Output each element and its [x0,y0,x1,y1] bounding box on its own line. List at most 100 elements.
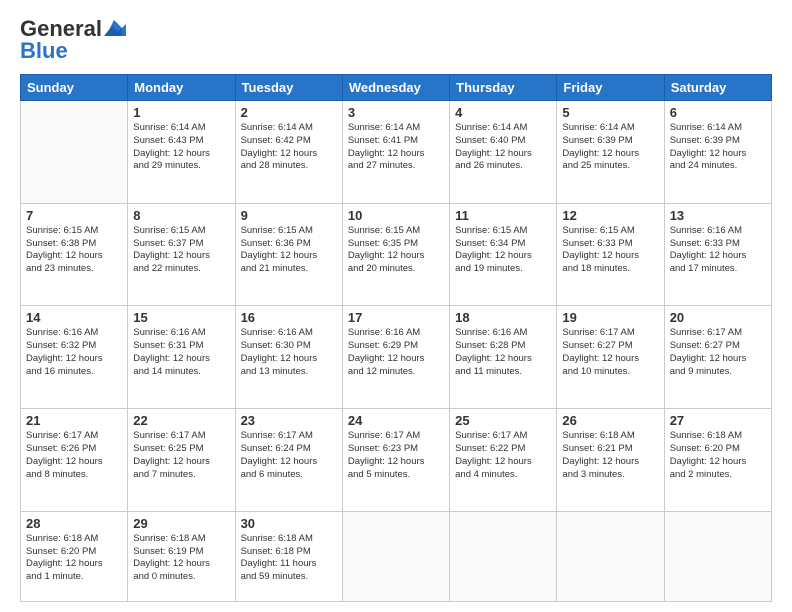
day-number: 9 [241,208,337,223]
week-row-3: 14 Sunrise: 6:16 AM Sunset: 6:32 PM Dayli… [21,306,772,409]
day-number: 15 [133,310,229,325]
col-header-friday: Friday [557,75,664,101]
calendar-cell: 22Sunrise: 6:17 AM Sunset: 6:25 PM Dayli… [128,409,235,512]
day-number: 2 [241,105,337,120]
day-number: 21 [26,413,122,428]
calendar-cell: 20 Sunrise: 6:17 AM Sunset: 6:27 PM Dayli… [664,306,771,409]
calendar-cell: 11 Sunrise: 6:15 AM Sunset: 6:34 PM Dayli… [450,203,557,306]
calendar-cell: 23 Sunrise: 6:17 AM Sunset: 6:24 PM Dayli… [235,409,342,512]
week-row-4: 21Sunrise: 6:17 AM Sunset: 6:26 PM Dayli… [21,409,772,512]
col-header-wednesday: Wednesday [342,75,449,101]
col-header-thursday: Thursday [450,75,557,101]
day-info: Sunrise: 6:18 AM Sunset: 6:19 PM Dayligh… [133,533,229,584]
day-number: 27 [670,413,766,428]
week-row-1: 1Sunrise: 6:14 AM Sunset: 6:43 PM Daylig… [21,101,772,204]
day-info: Sunrise: 6:18 AM Sunset: 6:20 PM Dayligh… [670,430,766,481]
calendar-header-row: SundayMondayTuesdayWednesdayThursdayFrid… [21,75,772,101]
day-info: Sunrise: 6:14 AM Sunset: 6:42 PM Dayligh… [241,122,337,173]
day-info: Sunrise: 6:17 AM Sunset: 6:23 PM Dayligh… [348,430,444,481]
calendar-cell: 14 Sunrise: 6:16 AM Sunset: 6:32 PM Dayli… [21,306,128,409]
day-info: Sunrise: 6:15 AM Sunset: 6:36 PM Dayligh… [241,225,337,276]
calendar-cell [664,511,771,601]
day-number: 29 [133,516,229,531]
day-number: 14 [26,310,122,325]
day-number: 3 [348,105,444,120]
day-number: 20 [670,310,766,325]
day-number: 12 [562,208,658,223]
day-info: Sunrise: 6:18 AM Sunset: 6:20 PM Dayligh… [26,533,122,584]
calendar-cell: 24 Sunrise: 6:17 AM Sunset: 6:23 PM Dayli… [342,409,449,512]
calendar-cell: 16Sunrise: 6:16 AM Sunset: 6:30 PM Dayli… [235,306,342,409]
calendar-cell: 21Sunrise: 6:17 AM Sunset: 6:26 PM Dayli… [21,409,128,512]
calendar-table: SundayMondayTuesdayWednesdayThursdayFrid… [20,74,772,602]
logo-icon [104,18,126,36]
col-header-sunday: Sunday [21,75,128,101]
day-info: Sunrise: 6:17 AM Sunset: 6:22 PM Dayligh… [455,430,551,481]
day-info: Sunrise: 6:14 AM Sunset: 6:39 PM Dayligh… [562,122,658,173]
day-number: 24 [348,413,444,428]
day-info: Sunrise: 6:17 AM Sunset: 6:27 PM Dayligh… [670,327,766,378]
day-info: Sunrise: 6:16 AM Sunset: 6:32 PM Dayligh… [26,327,122,378]
day-number: 8 [133,208,229,223]
calendar-cell: 8 Sunrise: 6:15 AM Sunset: 6:37 PM Daylig… [128,203,235,306]
col-header-tuesday: Tuesday [235,75,342,101]
week-row-2: 7 Sunrise: 6:15 AM Sunset: 6:38 PM Daylig… [21,203,772,306]
day-info: Sunrise: 6:17 AM Sunset: 6:24 PM Dayligh… [241,430,337,481]
day-number: 19 [562,310,658,325]
week-row-5: 28 Sunrise: 6:18 AM Sunset: 6:20 PM Dayli… [21,511,772,601]
calendar-cell: 28 Sunrise: 6:18 AM Sunset: 6:20 PM Dayli… [21,511,128,601]
calendar-cell: 19 Sunrise: 6:17 AM Sunset: 6:27 PM Dayli… [557,306,664,409]
logo: General Blue [20,16,126,64]
calendar-cell: 27 Sunrise: 6:18 AM Sunset: 6:20 PM Dayli… [664,409,771,512]
col-header-saturday: Saturday [664,75,771,101]
day-info: Sunrise: 6:15 AM Sunset: 6:34 PM Dayligh… [455,225,551,276]
day-info: Sunrise: 6:18 AM Sunset: 6:18 PM Dayligh… [241,533,337,584]
calendar-cell: 30 Sunrise: 6:18 AM Sunset: 6:18 PM Dayli… [235,511,342,601]
calendar-cell: 15 Sunrise: 6:16 AM Sunset: 6:31 PM Dayli… [128,306,235,409]
day-info: Sunrise: 6:14 AM Sunset: 6:43 PM Dayligh… [133,122,229,173]
day-number: 5 [562,105,658,120]
day-info: Sunrise: 6:15 AM Sunset: 6:38 PM Dayligh… [26,225,122,276]
calendar-cell: 13 Sunrise: 6:16 AM Sunset: 6:33 PM Dayli… [664,203,771,306]
page: General Blue SundayMondayTuesdayWednesda… [0,0,792,612]
day-number: 13 [670,208,766,223]
day-info: Sunrise: 6:16 AM Sunset: 6:31 PM Dayligh… [133,327,229,378]
calendar-cell [342,511,449,601]
day-info: Sunrise: 6:15 AM Sunset: 6:33 PM Dayligh… [562,225,658,276]
day-number: 11 [455,208,551,223]
day-number: 4 [455,105,551,120]
calendar-cell: 1Sunrise: 6:14 AM Sunset: 6:43 PM Daylig… [128,101,235,204]
day-number: 28 [26,516,122,531]
calendar-cell: 26Sunrise: 6:18 AM Sunset: 6:21 PM Dayli… [557,409,664,512]
calendar-cell: 6Sunrise: 6:14 AM Sunset: 6:39 PM Daylig… [664,101,771,204]
calendar-cell: 3Sunrise: 6:14 AM Sunset: 6:41 PM Daylig… [342,101,449,204]
calendar-cell: 10Sunrise: 6:15 AM Sunset: 6:35 PM Dayli… [342,203,449,306]
logo-blue: Blue [20,38,68,64]
day-number: 30 [241,516,337,531]
day-info: Sunrise: 6:17 AM Sunset: 6:27 PM Dayligh… [562,327,658,378]
day-info: Sunrise: 6:16 AM Sunset: 6:33 PM Dayligh… [670,225,766,276]
calendar-cell: 4 Sunrise: 6:14 AM Sunset: 6:40 PM Daylig… [450,101,557,204]
calendar-cell: 2 Sunrise: 6:14 AM Sunset: 6:42 PM Daylig… [235,101,342,204]
calendar-cell: 9 Sunrise: 6:15 AM Sunset: 6:36 PM Daylig… [235,203,342,306]
day-info: Sunrise: 6:18 AM Sunset: 6:21 PM Dayligh… [562,430,658,481]
day-number: 23 [241,413,337,428]
day-info: Sunrise: 6:15 AM Sunset: 6:37 PM Dayligh… [133,225,229,276]
calendar-cell: 17Sunrise: 6:16 AM Sunset: 6:29 PM Dayli… [342,306,449,409]
calendar-cell: 7 Sunrise: 6:15 AM Sunset: 6:38 PM Daylig… [21,203,128,306]
col-header-monday: Monday [128,75,235,101]
day-info: Sunrise: 6:14 AM Sunset: 6:40 PM Dayligh… [455,122,551,173]
calendar-cell: 12 Sunrise: 6:15 AM Sunset: 6:33 PM Dayli… [557,203,664,306]
day-info: Sunrise: 6:16 AM Sunset: 6:28 PM Dayligh… [455,327,551,378]
calendar-cell: 25Sunrise: 6:17 AM Sunset: 6:22 PM Dayli… [450,409,557,512]
day-info: Sunrise: 6:16 AM Sunset: 6:30 PM Dayligh… [241,327,337,378]
day-info: Sunrise: 6:17 AM Sunset: 6:25 PM Dayligh… [133,430,229,481]
day-info: Sunrise: 6:15 AM Sunset: 6:35 PM Dayligh… [348,225,444,276]
calendar-cell: 18Sunrise: 6:16 AM Sunset: 6:28 PM Dayli… [450,306,557,409]
calendar-cell: 5 Sunrise: 6:14 AM Sunset: 6:39 PM Daylig… [557,101,664,204]
day-number: 7 [26,208,122,223]
calendar-cell: 29 Sunrise: 6:18 AM Sunset: 6:19 PM Dayli… [128,511,235,601]
day-number: 6 [670,105,766,120]
header: General Blue [20,16,772,64]
calendar-cell [21,101,128,204]
